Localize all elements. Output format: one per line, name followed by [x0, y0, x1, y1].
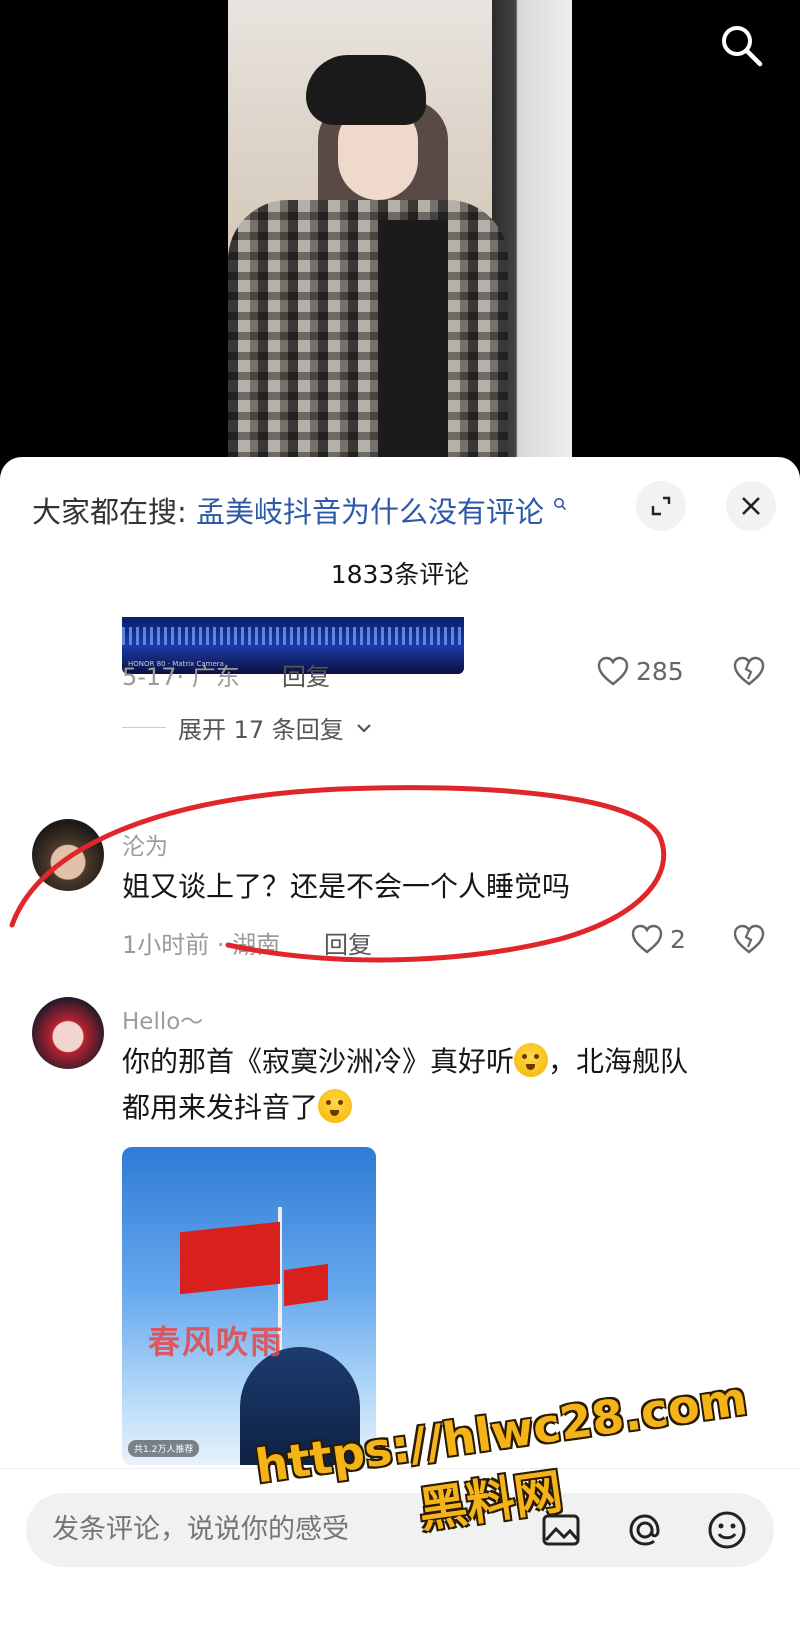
heart-icon [631, 924, 663, 954]
avatar[interactable] [32, 819, 104, 891]
comment-username[interactable]: 沦为 [122, 827, 168, 861]
heart-icon [597, 656, 629, 686]
video-subject-coat [228, 200, 508, 460]
image-camera-caption: HONOR 80 · Matrix Camera [128, 660, 224, 668]
emoji-icon[interactable] [704, 1507, 750, 1553]
avatar[interactable] [32, 997, 104, 1069]
flag [284, 1263, 328, 1307]
image-overlay-text: 春风吹雨 [148, 1323, 285, 1361]
search-hint-icon [553, 495, 567, 516]
comment-text: 姐又谈上了？还是不会一个人睡觉吗 [122, 870, 571, 903]
thinking-emoji-icon [514, 1043, 549, 1077]
comment-image-flags[interactable]: 春风吹雨 共1.2万人推荐 [122, 1147, 376, 1465]
comment-text-line1-suffix: ，北海舰队 [548, 1045, 689, 1078]
reply-button[interactable]: 回复 [282, 657, 330, 692]
mention-icon[interactable] [622, 1507, 668, 1553]
video-frame [228, 0, 572, 460]
like-count: 285 [636, 656, 684, 686]
search-hint-term[interactable]: 孟美岐抖音为什么没有评论 [196, 495, 544, 529]
image-recommend-badge: 共1.2万人推荐 [128, 1440, 200, 1457]
comment-text: 你的那首《寂寞沙洲冷》真好听 ，北海舰队 都用来发抖音了 [122, 1039, 762, 1131]
expand-sheet-button[interactable] [636, 481, 686, 531]
video-subject-hat [306, 55, 426, 125]
like-button[interactable]: 285 [596, 655, 684, 687]
comment-date-region: 1小时前 · 湖南 [122, 931, 281, 959]
divider-line [122, 727, 166, 728]
chevron-down-icon [357, 723, 371, 733]
broken-heart-icon[interactable] [732, 655, 766, 687]
expand-replies-label: 展开 17 条回复 [178, 716, 344, 744]
expand-replies-button[interactable]: 展开 17 条回复 [122, 710, 372, 745]
close-icon [742, 497, 760, 515]
like-count: 2 [670, 924, 686, 954]
broken-heart-icon[interactable] [732, 923, 766, 955]
thinking-emoji-icon [318, 1089, 353, 1123]
search-icon[interactable] [718, 22, 764, 68]
reply-button[interactable]: 回复 [324, 925, 372, 960]
video-player[interactable] [0, 0, 800, 470]
search-suggestion[interactable]: 大家都在搜: 孟美岐抖音为什么没有评论 [32, 489, 567, 531]
close-button[interactable] [726, 481, 776, 531]
like-button[interactable]: 2 [630, 923, 686, 955]
search-hint-prefix: 大家都在搜: [32, 495, 187, 529]
expand-icon [651, 496, 671, 516]
video-subject-shirt [378, 220, 448, 460]
comment-count: 1833条评论 [330, 560, 470, 589]
comment-text-line1: 你的那首《寂寞沙洲冷》真好听 [122, 1045, 515, 1078]
flag [180, 1221, 280, 1295]
comment-username[interactable]: Hello～ [122, 1002, 203, 1036]
comment-text-line2: 都用来发抖音了 [122, 1091, 319, 1124]
